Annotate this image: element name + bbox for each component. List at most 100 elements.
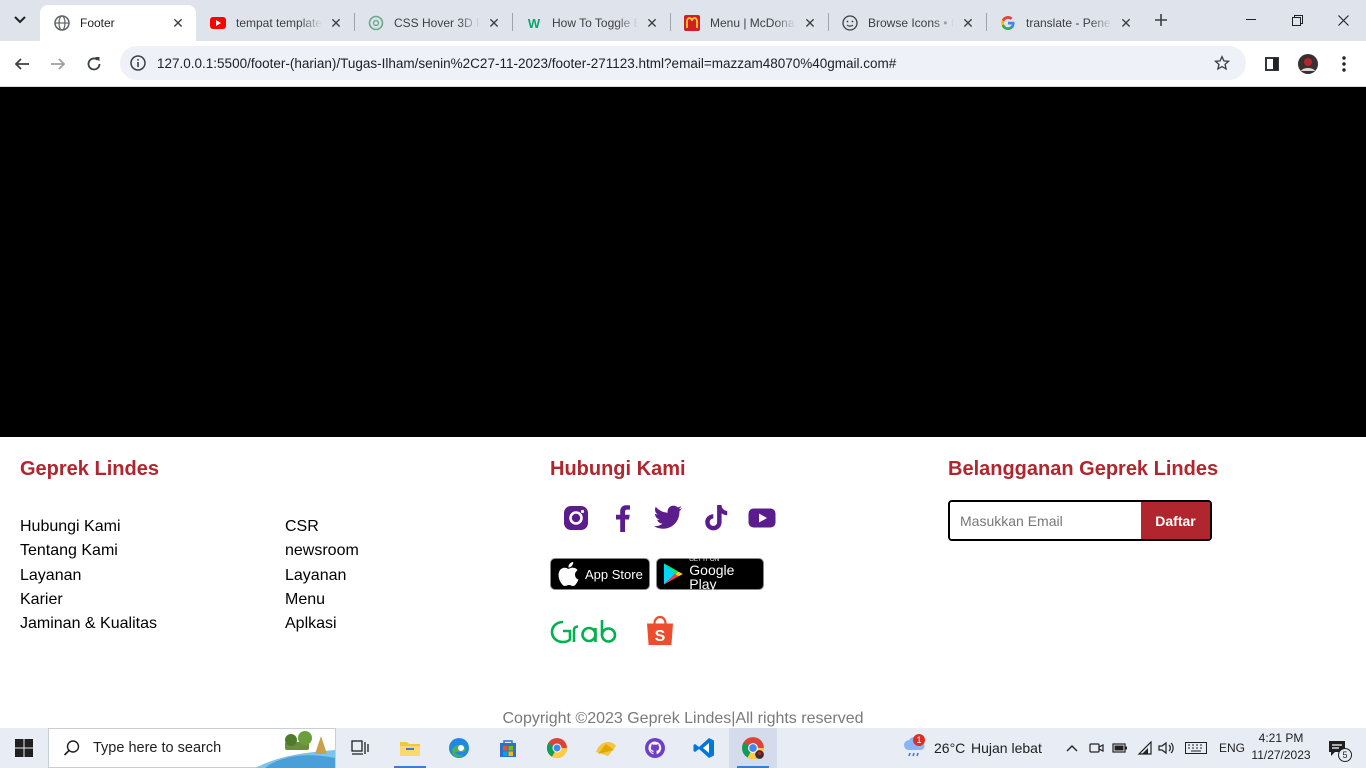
browser-tab-strip: Footer ✕ tempat template ✕ CSS Hover 3D …: [0, 0, 1366, 41]
footer-link-newsroom[interactable]: newsroom: [285, 542, 359, 560]
mcdonalds-icon: [684, 15, 700, 31]
close-window-button[interactable]: [1320, 0, 1366, 40]
tab-w3schools[interactable]: W How To Toggle Between ✕: [512, 5, 670, 41]
vscode-app[interactable]: [680, 728, 728, 768]
google-icon: [1000, 15, 1016, 31]
shopee-logo[interactable]: S: [645, 615, 675, 652]
clock-date: 11/27/2023: [1251, 748, 1311, 762]
close-icon[interactable]: ✕: [1118, 15, 1134, 32]
chrome-profile-icon: [742, 737, 764, 759]
tab-icons8[interactable]: Browse Icons • Icons8 ✕: [828, 5, 986, 41]
meet-now-button[interactable]: [1087, 728, 1107, 768]
weather-desc[interactable]: Hujan lebat: [971, 740, 1042, 756]
windows-icon: [15, 739, 33, 757]
back-button[interactable]: [6, 48, 38, 80]
tab-search-button[interactable]: [6, 6, 34, 34]
apple-icon: [558, 562, 579, 586]
google-play-text: GET IT ON Google Play: [689, 557, 763, 591]
tab-css-hover[interactable]: CSS Hover 3D Rotate ✕: [354, 5, 512, 41]
tab-footer[interactable]: Footer ✕: [40, 5, 196, 41]
weather-temp[interactable]: 26°C: [934, 740, 965, 756]
profile-avatar[interactable]: [1292, 48, 1324, 80]
close-icon: [1337, 14, 1349, 26]
subscribe-title: Belangganan Geprek Lindes: [948, 458, 1219, 480]
close-icon[interactable]: ✕: [486, 15, 502, 32]
tab-youtube[interactable]: tempat template ✕: [196, 5, 354, 41]
volume-button[interactable]: [1157, 728, 1177, 768]
touch-keyboard-button[interactable]: [1183, 728, 1209, 768]
chevron-up-icon: [1066, 745, 1078, 752]
start-button[interactable]: [0, 728, 48, 768]
chrome-icon: [546, 738, 568, 759]
battery-icon: [1112, 743, 1127, 753]
footer-link-layanan[interactable]: Layanan: [20, 567, 81, 585]
facebook-icon[interactable]: [607, 503, 637, 533]
sticky-app[interactable]: [582, 728, 630, 768]
grab-logo[interactable]: [549, 617, 621, 650]
openai-icon: [368, 15, 384, 31]
twitter-icon[interactable]: [653, 503, 683, 533]
footer-link-aplikasi[interactable]: Aplkasi: [285, 615, 337, 633]
close-icon[interactable]: ✕: [644, 15, 660, 32]
menu-button[interactable]: [1328, 48, 1360, 80]
restore-icon: [1291, 14, 1303, 26]
language-indicator[interactable]: ENG: [1219, 741, 1245, 755]
github-desktop-app[interactable]: [631, 728, 679, 768]
tiktok-icon[interactable]: [701, 503, 731, 533]
footer-link-karier[interactable]: Karier: [20, 591, 63, 609]
clock[interactable]: 4:21 PM 11/27/2023: [1248, 730, 1314, 764]
footer-link-jaminan[interactable]: Jaminan & Kualitas: [20, 615, 157, 633]
address-bar[interactable]: 127.0.0.1:5500/footer-(harian)/Tugas-Ilh…: [120, 46, 1246, 80]
google-play-badge[interactable]: GET IT ON Google Play: [656, 557, 764, 591]
hero-video: [0, 87, 1366, 437]
store-app[interactable]: [484, 728, 532, 768]
tab-mcdonalds[interactable]: Menu | McDonald's ✕: [670, 5, 828, 41]
footer-link-layanan-2[interactable]: Layanan: [285, 567, 346, 585]
email-input[interactable]: [950, 502, 1141, 539]
tab-title: tempat template: [236, 16, 322, 30]
close-icon[interactable]: ✕: [960, 15, 976, 32]
w3schools-icon: W: [527, 15, 541, 31]
footer-link-csr[interactable]: CSR: [285, 518, 319, 536]
subscribe-button[interactable]: Daftar: [1141, 502, 1210, 539]
reload-button[interactable]: [78, 48, 110, 80]
app-store-badge[interactable]: App Store: [550, 558, 650, 590]
close-icon[interactable]: ✕: [802, 15, 818, 32]
edge-icon: [449, 738, 469, 758]
youtube-icon[interactable]: [747, 503, 777, 533]
smiley-icon: [842, 15, 858, 31]
instagram-icon[interactable]: [561, 503, 591, 533]
tray-overflow-button[interactable]: [1062, 728, 1082, 768]
side-panel-button[interactable]: [1256, 48, 1288, 80]
forward-button[interactable]: [42, 48, 74, 80]
chrome-app-active[interactable]: [729, 728, 777, 768]
weather-widget[interactable]: 1: [900, 728, 930, 768]
site-footer: Geprek Lindes Hubungi Kami Tentang Kami …: [0, 437, 1366, 728]
windows-taskbar: Type here to search 1 26°C Hujan lebat E…: [0, 728, 1366, 768]
footer-link-menu[interactable]: Menu: [285, 591, 325, 609]
app-store-label: App Store: [585, 566, 643, 582]
tab-google-translate[interactable]: translate - Penelusuran ✕: [986, 5, 1144, 41]
restore-button[interactable]: [1274, 0, 1320, 40]
google-play-label: Google Play: [689, 562, 735, 592]
new-tab-button[interactable]: [1147, 6, 1175, 34]
taskbar-search[interactable]: Type here to search: [48, 728, 336, 768]
battery-button[interactable]: [1110, 728, 1130, 768]
tab-title: translate - Penelusuran: [1026, 16, 1112, 30]
footer-link-hubungi-kami[interactable]: Hubungi Kami: [20, 518, 121, 536]
close-icon[interactable]: ✕: [328, 15, 344, 32]
edge-app[interactable]: [435, 728, 483, 768]
footer-link-tentang-kami[interactable]: Tentang Kami: [20, 542, 118, 560]
star-icon: [1214, 55, 1230, 71]
close-icon[interactable]: ✕: [170, 15, 186, 32]
minimize-button[interactable]: [1228, 0, 1274, 40]
wifi-button[interactable]: [1135, 728, 1155, 768]
shopee-letter: S: [655, 628, 666, 645]
task-view-icon: [351, 740, 369, 755]
notification-center-button[interactable]: 5: [1322, 728, 1352, 768]
chrome-app[interactable]: [533, 728, 581, 768]
folder-yellow-icon: [596, 742, 616, 756]
file-explorer-app[interactable]: [386, 728, 434, 768]
task-view-button[interactable]: [336, 728, 384, 768]
url-text: 127.0.0.1:5500/footer-(harian)/Tugas-Ilh…: [157, 55, 897, 71]
